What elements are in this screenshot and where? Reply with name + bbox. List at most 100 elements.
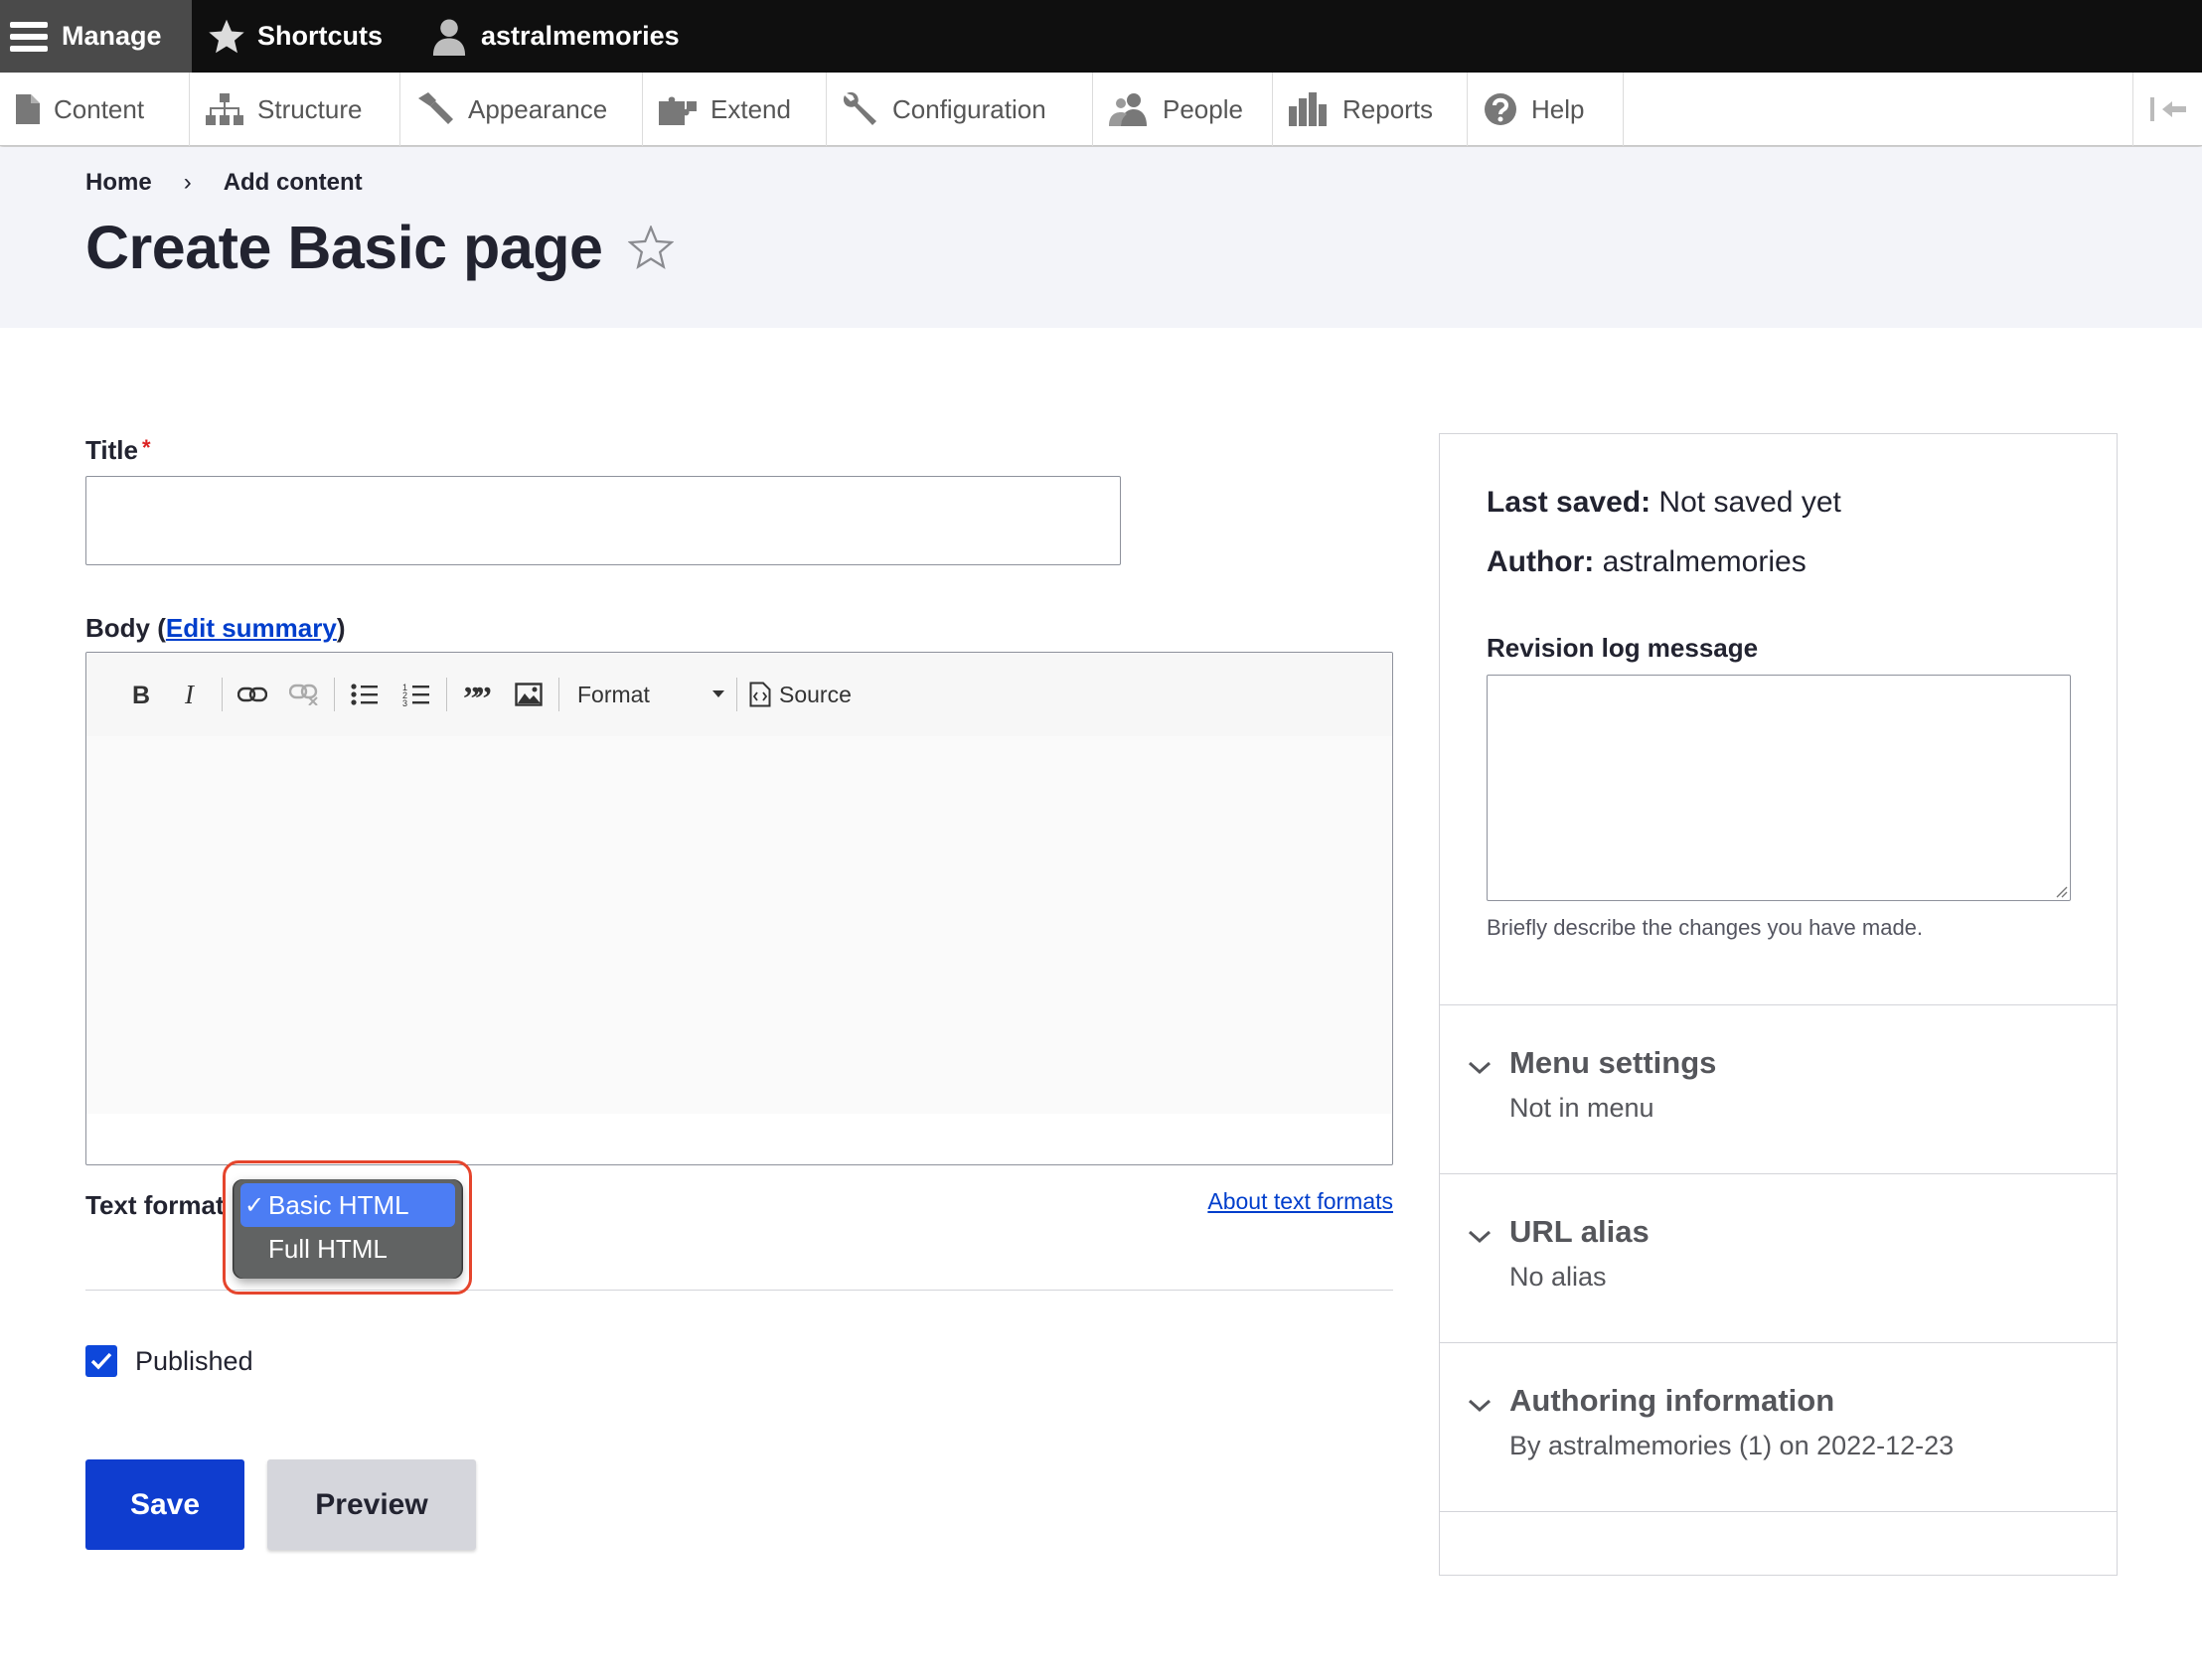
toolbar-separator (558, 678, 559, 711)
caret-down-icon (712, 690, 724, 697)
authoring-information-section[interactable]: Authoring information By astralmemories … (1440, 1342, 2117, 1511)
url-alias-title: URL alias (1509, 1214, 1650, 1249)
chevron-down-icon (1468, 1230, 1492, 1244)
about-text-formats-link[interactable]: About text formats (1207, 1188, 1393, 1215)
bulleted-list-icon (351, 684, 378, 705)
toolbar-separator (446, 678, 447, 711)
wrench-icon (843, 91, 876, 125)
url-alias-section[interactable]: URL alias No alias (1440, 1173, 2117, 1342)
source-code-icon (749, 682, 771, 707)
tray-label-help: Help (1531, 93, 1585, 124)
tray-item-appearance[interactable]: Appearance (400, 73, 643, 146)
revision-log-label: Revision log message (1487, 633, 1759, 663)
hammer-icon (418, 92, 453, 124)
source-button[interactable]: Source (741, 669, 860, 720)
authoring-information-summary: By astralmemories (1) on 2022-12-23 (1509, 1431, 1955, 1460)
menu-settings-summary: Not in menu (1509, 1093, 1654, 1123)
tray-item-reports[interactable]: Reports (1273, 73, 1468, 146)
check-icon (90, 1352, 112, 1370)
body-label-suffix: ) (336, 613, 346, 643)
tray-label-content: Content (54, 93, 145, 124)
unlink-button[interactable] (278, 669, 330, 720)
toolbar-orientation-toggle[interactable] (2132, 73, 2202, 146)
text-format-label: Text format (85, 1190, 225, 1220)
breadcrumb: Home › Add content (85, 169, 363, 197)
page-title: Create Basic page (85, 214, 603, 281)
author-label: Author: (1487, 545, 1595, 578)
puzzle-icon (659, 96, 697, 125)
authoring-information-title: Authoring information (1509, 1383, 1835, 1418)
tray-label-appearance: Appearance (468, 93, 608, 124)
body-label-prefix: Body ( (85, 613, 166, 643)
published-label: Published (135, 1345, 253, 1376)
link-button[interactable] (227, 669, 278, 720)
admin-toolbar: Manage Shortcuts astralmemories (0, 0, 2202, 73)
italic-button[interactable]: I (166, 669, 218, 720)
title-label: Title * (85, 435, 151, 466)
bulleted-list-button[interactable] (339, 669, 391, 720)
svg-text:I: I (184, 683, 196, 706)
svg-text:3: 3 (402, 698, 407, 706)
italic-icon: I (184, 683, 196, 706)
numbered-list-button[interactable]: 123 (391, 669, 442, 720)
preview-button[interactable]: Preview (267, 1459, 476, 1550)
editor-content-area[interactable] (86, 736, 1392, 1114)
breadcrumb-separator: › (183, 169, 192, 196)
save-button[interactable]: Save (85, 1459, 244, 1550)
tray-item-extend[interactable]: Extend (643, 73, 827, 146)
tray-item-structure[interactable]: Structure (190, 73, 400, 146)
svg-text:B: B (132, 683, 150, 706)
image-icon (515, 683, 543, 706)
promotion-options-section[interactable] (1440, 1511, 2117, 1680)
format-dropdown-label: Format (577, 681, 650, 707)
admin-tray: Content Structure Appearance Extend Conf… (0, 73, 2202, 146)
tray-item-configuration[interactable]: Configuration (827, 73, 1093, 146)
bold-icon: B (132, 683, 150, 706)
meta-sidebar: Last saved: Not saved yet Author: astral… (1439, 433, 2118, 1576)
user-tab[interactable]: astralmemories (431, 0, 680, 73)
url-alias-summary: No alias (1509, 1262, 1607, 1292)
star-icon (209, 19, 244, 53)
title-input[interactable] (85, 476, 1121, 565)
page-header: Home › Add content Create Basic page (0, 147, 2202, 328)
breadcrumb-add-content[interactable]: Add content (224, 169, 363, 197)
numbered-list-icon: 123 (402, 683, 429, 706)
menu-settings-section[interactable]: Menu settings Not in menu (1440, 1004, 2117, 1173)
sitemap-icon (206, 93, 243, 125)
author: Author: astralmemories (1487, 545, 1807, 579)
tray-item-people[interactable]: People (1093, 73, 1273, 146)
hamburger-menu-icon (10, 21, 48, 52)
toolbar-separator (736, 678, 737, 711)
author-value: astralmemories (1602, 545, 1807, 578)
bold-button[interactable]: B (114, 669, 166, 720)
unlink-icon (289, 684, 318, 705)
manage-tab[interactable]: Manage (0, 0, 192, 73)
resize-grip-icon[interactable] (2054, 884, 2068, 898)
bar-chart-icon (1289, 92, 1327, 126)
tray-item-help[interactable]: Help (1468, 73, 1624, 146)
help-icon (1485, 93, 1516, 125)
format-dropdown[interactable]: Format (563, 669, 732, 720)
shortcut-star-icon[interactable] (628, 226, 675, 269)
published-checkbox[interactable] (85, 1345, 117, 1377)
image-button[interactable] (503, 669, 554, 720)
revision-log-textarea[interactable] (1487, 675, 2071, 901)
last-saved-value: Not saved yet (1658, 486, 1841, 519)
blockquote-button[interactable]: ”” (451, 669, 503, 720)
tray-label-configuration: Configuration (892, 93, 1046, 124)
tray-item-content[interactable]: Content (0, 73, 190, 146)
breadcrumb-home[interactable]: Home (85, 169, 152, 197)
toolbar-separator (334, 678, 335, 711)
page-title-heading: Create Basic page (85, 213, 675, 282)
edit-summary-link[interactable]: Edit summary (166, 613, 337, 643)
chevron-down-icon (1468, 1399, 1492, 1413)
file-icon (16, 94, 40, 124)
title-label-text: Title (85, 435, 138, 465)
collapse-left-icon (2149, 97, 2186, 121)
user-icon (432, 18, 466, 56)
chevron-down-icon (1468, 1061, 1492, 1075)
shortcuts-tab[interactable]: Shortcuts (208, 0, 383, 73)
annotation-highlight (223, 1160, 472, 1295)
published-field: Published (85, 1345, 253, 1377)
body-label: Body (Edit summary) (85, 613, 346, 644)
